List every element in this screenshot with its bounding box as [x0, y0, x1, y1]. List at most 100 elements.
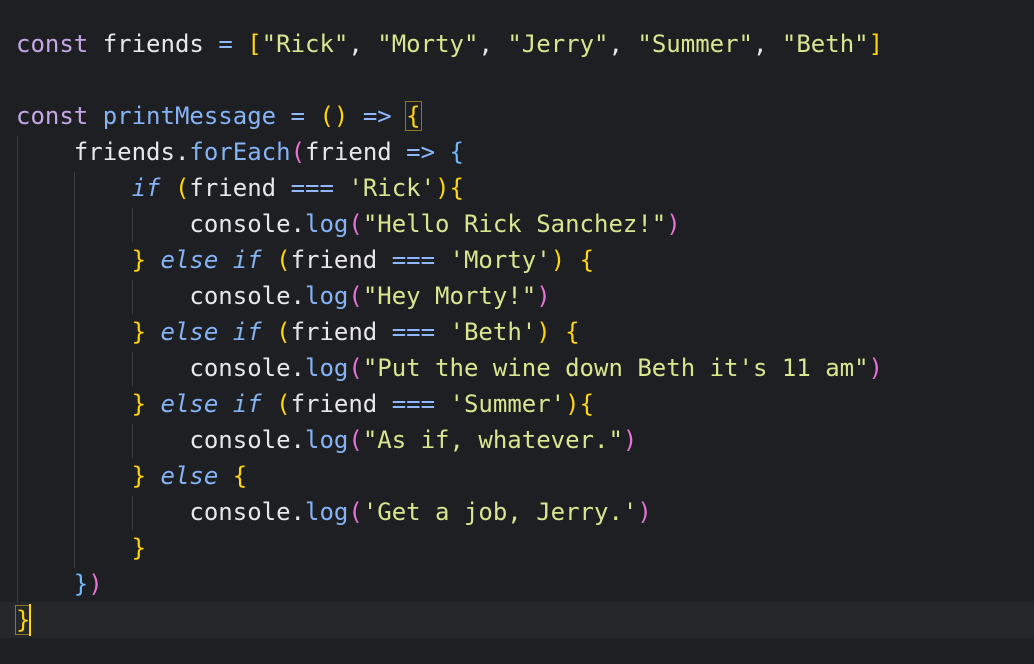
code-line-8[interactable]: console.log("Hey Morty!") [16, 278, 551, 314]
code-line-7[interactable]: } else if (friend === 'Morty') { [16, 242, 594, 278]
bracket: [ [247, 30, 262, 58]
bracket: } [131, 462, 147, 490]
string-literal: 'Summer' [449, 390, 566, 418]
punctuation: . [174, 138, 190, 166]
identifier: friend [290, 390, 378, 418]
identifier: console [189, 426, 291, 454]
bracket: ( [348, 282, 363, 310]
string-literal: "Hey Morty!" [362, 282, 537, 310]
keyword-else: else [160, 462, 219, 490]
keyword-const: const [16, 30, 89, 58]
punctuation: . [290, 498, 305, 526]
code-line-12[interactable]: console.log("As if, whatever.") [16, 422, 637, 458]
bracket: ) [666, 210, 681, 238]
string-literal: "Summer" [637, 30, 753, 58]
punctuation: . [290, 282, 305, 310]
code-line-1[interactable]: const friends = ["Rick", "Morty", "Jerry… [16, 26, 883, 62]
bracket: ( [174, 174, 190, 202]
bracket: ) [565, 390, 580, 418]
bracket-match: { [405, 101, 422, 131]
code-line-9[interactable]: } else if (friend === 'Beth') { [16, 314, 580, 350]
arrow-operator: => [362, 102, 392, 130]
identifier: console [189, 282, 291, 310]
punctuation: . [290, 210, 305, 238]
punctuation: . [290, 426, 305, 454]
code-line-10[interactable]: console.log("Put the wine down Beth it's… [16, 350, 883, 386]
method-name: log [305, 354, 349, 382]
bracket: } [131, 246, 147, 274]
string-literal: "Jerry" [507, 30, 609, 58]
bracket: ( [276, 390, 291, 418]
code-line-11[interactable]: } else if (friend === 'Summer'){ [16, 386, 594, 422]
string-literal: 'Rick' [348, 174, 436, 202]
string-literal: 'Beth' [449, 318, 537, 346]
bracket: ( [348, 354, 363, 382]
bracket: } [73, 570, 89, 598]
operator: === [290, 174, 334, 202]
string-literal: 'Get a job, Jerry.' [362, 498, 638, 526]
string-literal: "Put the wine down Beth it's 11 am" [362, 354, 869, 382]
identifier: console [189, 354, 291, 382]
operator: === [391, 390, 436, 418]
method-name: forEach [189, 138, 291, 166]
bracket: ) [536, 282, 551, 310]
identifier: friends [73, 138, 175, 166]
bracket: ) [868, 354, 883, 382]
bracket: ] [868, 30, 884, 58]
bracket: } [131, 390, 147, 418]
operator: = [290, 102, 305, 130]
bracket: ) [536, 318, 551, 346]
code-line-6[interactable]: console.log("Hello Rick Sanchez!") [16, 206, 681, 242]
punctuation: . [290, 354, 305, 382]
string-literal: "Rick" [261, 30, 349, 58]
string-literal: "Beth" [781, 30, 869, 58]
identifier: friend [189, 174, 277, 202]
code-line-13[interactable]: } else { [16, 458, 248, 494]
string-literal: "Morty" [377, 30, 479, 58]
identifier: friends [102, 30, 204, 58]
bracket: ( [290, 138, 306, 166]
code-line-4[interactable]: friends.forEach(friend => { [16, 134, 464, 170]
string-literal: 'Morty' [449, 246, 551, 274]
bracket: } [131, 318, 147, 346]
bracket: ) [550, 246, 566, 274]
text-cursor [29, 604, 31, 636]
bracket: { [449, 174, 464, 202]
bracket: ( [348, 426, 363, 454]
bracket: { [579, 390, 595, 418]
identifier: console [189, 498, 291, 526]
identifier: friend [305, 138, 392, 166]
bracket: } [131, 534, 147, 562]
code-line-5[interactable]: if (friend === 'Rick'){ [16, 170, 464, 206]
identifier: printMessage [102, 102, 277, 130]
bracket: ( [276, 246, 291, 274]
string-literal: "Hello Rick Sanchez!" [362, 210, 667, 238]
bracket: { [579, 246, 595, 274]
current-line-highlight [0, 602, 1034, 638]
keyword-if: if [131, 174, 161, 202]
operator: === [391, 318, 436, 346]
bracket: ) [637, 498, 652, 526]
code-line-16[interactable]: }) [16, 566, 103, 602]
method-name: log [305, 426, 349, 454]
keyword-else-if: else if [160, 390, 262, 418]
string-literal: "As if, whatever." [362, 426, 623, 454]
code-line-14[interactable]: console.log('Get a job, Jerry.') [16, 494, 652, 530]
bracket: ( [348, 210, 363, 238]
bracket: ( [276, 318, 291, 346]
operator: === [391, 246, 436, 274]
identifier: friend [290, 318, 378, 346]
code-line-3[interactable]: const printMessage = () => { [16, 98, 422, 134]
code-line-15[interactable]: } [16, 530, 146, 566]
method-name: log [305, 498, 349, 526]
bracket: { [232, 462, 248, 490]
bracket: ( [348, 498, 363, 526]
operator: = [218, 30, 233, 58]
keyword-else-if: else if [160, 246, 262, 274]
code-editor[interactable]: const friends = ["Rick", "Morty", "Jerry… [0, 0, 1034, 664]
arrow-operator: => [406, 138, 436, 166]
bracket: { [565, 318, 580, 346]
bracket: ) [435, 174, 450, 202]
method-name: log [305, 210, 349, 238]
identifier: console [189, 210, 291, 238]
